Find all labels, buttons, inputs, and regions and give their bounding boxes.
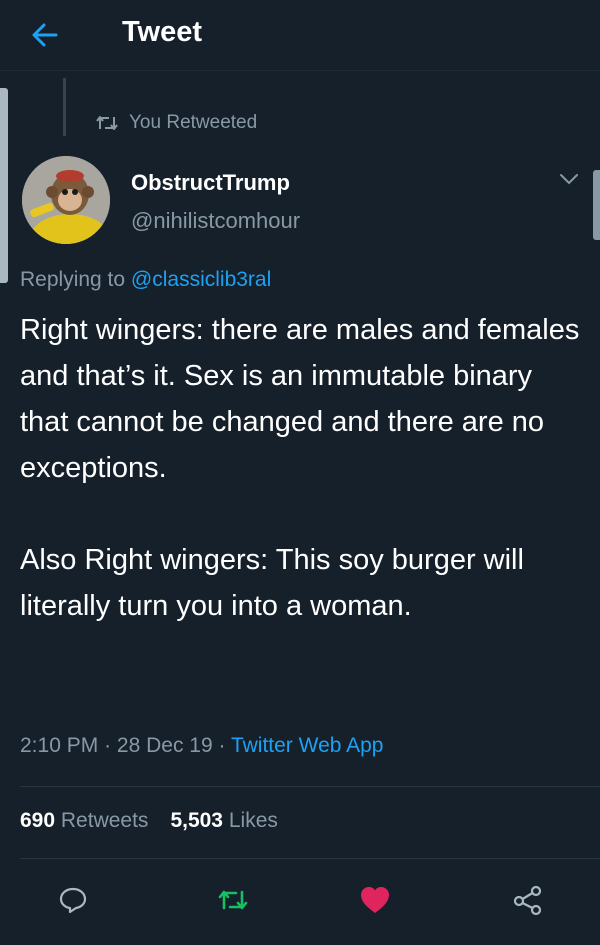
tweet-paragraph: Also Right wingers: This soy burger will… [20,544,524,622]
meta-separator: · [104,734,112,757]
tweet-paragraph: Right wingers: there are males and femal… [20,314,580,484]
tweet-time: 2:10 PM [20,734,99,757]
tweet-stats: 690 Retweets 5,503 Likes [20,809,278,833]
retweet-icon [96,116,118,130]
thread-line [63,78,66,136]
author-display-name[interactable]: ObstructTrump [131,170,290,196]
like-button[interactable] [350,878,400,922]
replying-to: Replying to @classiclib3ral [20,268,271,292]
retweet-icon [218,890,248,910]
retweeted-context: You Retweeted [95,112,257,134]
tweet-metadata: 2:10 PM · 28 Dec 19 · Twitter Web App [20,734,383,758]
tweet-text: Right wingers: there are males and femal… [20,307,580,629]
retweets-count: 690 [20,809,56,832]
divider [20,858,600,859]
tweet-actions [0,878,600,928]
retweets-label: Retweets [60,809,149,832]
retweets-stat[interactable]: 690 Retweets [20,809,148,833]
share-icon [513,885,542,916]
share-button[interactable] [503,878,553,922]
likes-count: 5,503 [170,809,223,832]
avatar[interactable] [22,156,110,244]
reply-icon [59,887,87,914]
page-title: Tweet [122,16,203,48]
scroll-edge-indicator-right [593,170,600,240]
reply-button[interactable] [48,878,98,922]
back-arrow-icon[interactable] [30,20,60,50]
scroll-edge-indicator [0,88,8,283]
tweet-source-link[interactable]: Twitter Web App [231,734,384,757]
likes-stat[interactable]: 5,503 Likes [170,809,277,833]
like-icon [361,887,389,913]
divider [20,786,600,787]
retweeted-label: You Retweeted [129,112,258,133]
reply-target-link[interactable]: @classiclib3ral [131,268,271,291]
monkey-avatar-image [22,156,110,244]
tweet-date: 28 Dec 19 [116,734,213,757]
chevron-down-icon[interactable] [558,172,580,186]
top-bar: Tweet [0,0,600,71]
meta-separator: · [218,734,226,757]
likes-label: Likes [228,809,278,832]
retweet-button[interactable] [208,878,258,922]
replying-to-label: Replying to [20,268,126,291]
author-handle[interactable]: @nihilistcomhour [131,208,300,234]
